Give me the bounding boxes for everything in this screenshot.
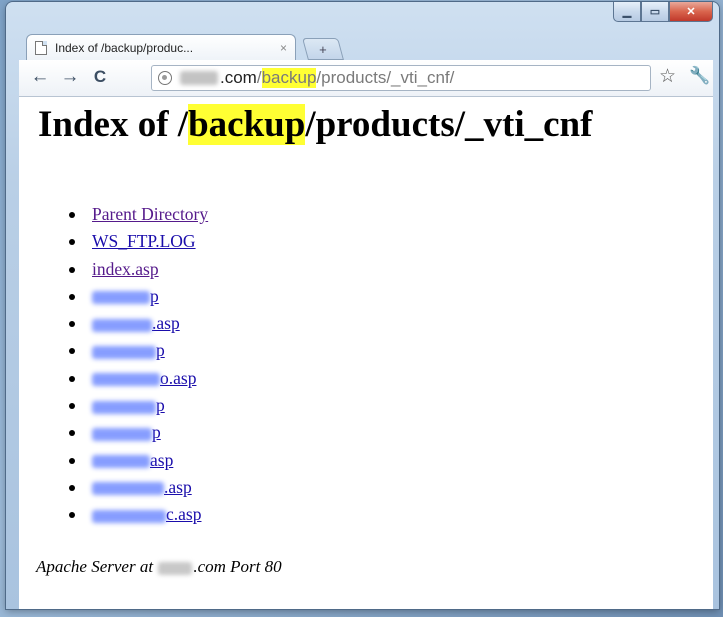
list-item: .asp — [50, 474, 208, 501]
list-item: index.asp — [50, 256, 208, 283]
toolbar: ← → C .com / backup /products/_vti_cnf/ … — [19, 60, 713, 97]
footer-suffix: .com Port 80 — [193, 557, 282, 576]
file-link[interactable]: p — [150, 286, 159, 306]
new-tab-button[interactable]: + — [302, 38, 344, 60]
heading-suffix: /products/_vti_cnf — [305, 104, 593, 145]
heading-highlight: backup — [188, 104, 306, 145]
file-link[interactable]: .asp — [152, 313, 180, 333]
server-signature: Apache Server at .com Port 80 — [36, 557, 282, 577]
minimize-icon: ▁ — [622, 6, 632, 18]
file-link[interactable]: .asp — [164, 477, 192, 497]
file-link[interactable]: c.asp — [166, 504, 201, 524]
redacted-filename — [92, 345, 156, 359]
list-item: p — [50, 419, 208, 446]
redacted-filename — [92, 482, 164, 496]
redacted-filename — [92, 318, 152, 332]
page-title: Index of /backup/products/_vti_cnf — [38, 99, 592, 151]
browser-tab[interactable]: Index of /backup/produc... × — [26, 34, 296, 61]
bookmark-star-icon[interactable]: ☆ — [659, 65, 676, 88]
redacted-filename — [92, 509, 166, 523]
close-window-button[interactable]: ✕ — [669, 2, 713, 22]
back-button[interactable]: ← — [29, 66, 51, 88]
redacted-host — [158, 561, 193, 575]
directory-listing: Parent Directory WS_FTP.LOG index.asp p … — [50, 201, 208, 529]
url-path: /products/_vti_cnf/ — [316, 68, 455, 87]
plus-icon: + — [319, 41, 327, 57]
window-controls: ▁ ▭ ✕ — [613, 2, 713, 22]
footer-prefix: Apache Server at — [36, 557, 158, 576]
address-bar[interactable]: .com / backup /products/_vti_cnf/ — [151, 65, 651, 91]
parent-directory-link[interactable]: Parent Directory — [92, 204, 208, 224]
list-item: Parent Directory — [50, 201, 208, 228]
redacted-host — [180, 71, 218, 85]
file-link[interactable]: WS_FTP.LOG — [92, 231, 196, 251]
file-link[interactable]: index.asp — [92, 259, 159, 279]
reload-button[interactable]: C — [89, 66, 111, 88]
url-highlight: backup — [261, 68, 317, 88]
list-item: p — [50, 337, 208, 364]
tab-title: Index of /backup/produc... — [55, 41, 194, 55]
minimize-button[interactable]: ▁ — [613, 2, 641, 22]
url-host-suffix: .com — [220, 68, 257, 87]
file-link[interactable]: p — [156, 395, 165, 415]
list-item: o.asp — [50, 365, 208, 392]
redacted-filename — [92, 400, 156, 414]
page-icon — [35, 41, 47, 55]
heading-prefix: Index of / — [38, 104, 189, 145]
redacted-filename — [92, 291, 150, 305]
redacted-filename — [92, 373, 160, 387]
file-link[interactable]: asp — [150, 450, 173, 470]
file-link[interactable]: o.asp — [160, 368, 196, 388]
file-link[interactable]: p — [156, 340, 165, 360]
close-icon: ✕ — [686, 6, 696, 18]
page-content: Index of /backup/products/_vti_cnf Paren… — [19, 97, 713, 609]
maximize-icon: ▭ — [649, 6, 661, 18]
list-item: c.asp — [50, 501, 208, 528]
redacted-filename — [92, 427, 152, 441]
wrench-icon[interactable]: 🔧 — [689, 66, 710, 86]
maximize-button[interactable]: ▭ — [641, 2, 669, 22]
list-item: .asp — [50, 310, 208, 337]
globe-icon — [158, 71, 172, 85]
list-item: asp — [50, 447, 208, 474]
redacted-filename — [92, 455, 150, 469]
list-item: p — [50, 283, 208, 310]
list-item: p — [50, 392, 208, 419]
forward-button[interactable]: → — [59, 66, 81, 88]
list-item: WS_FTP.LOG — [50, 228, 208, 255]
file-link[interactable]: p — [152, 422, 161, 442]
tab-close-icon[interactable]: × — [280, 41, 287, 55]
